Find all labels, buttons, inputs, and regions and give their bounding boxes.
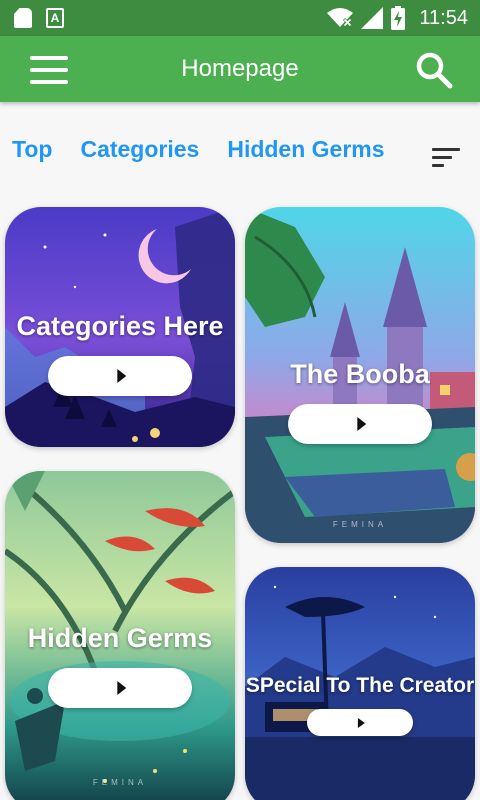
sort-icon[interactable]	[432, 148, 462, 170]
battery-charging-icon	[391, 6, 406, 30]
tab-hidden-germs[interactable]: Hidden Germs	[227, 136, 384, 163]
page-title: Homepage	[181, 55, 299, 82]
status-right-icons: 11:54	[327, 6, 468, 30]
artwork-watermark: FEMINA	[92, 778, 148, 787]
play-icon	[117, 369, 127, 383]
card-categories[interactable]: Categories Here	[5, 207, 235, 447]
play-icon	[117, 681, 127, 695]
sd-card-icon	[14, 8, 32, 28]
status-bar: A 11:54	[0, 0, 480, 36]
card-special-to-the-creator[interactable]: SPecial To The Creator	[245, 567, 475, 800]
card-play-button[interactable]	[288, 404, 432, 444]
card-title: The Booba	[290, 359, 430, 389]
card-title: Hidden Germs	[27, 623, 213, 653]
signal-icon	[361, 7, 384, 29]
play-icon	[357, 417, 367, 431]
tab-categories[interactable]: Categories	[80, 136, 199, 163]
play-icon	[357, 717, 365, 728]
card-play-button[interactable]	[48, 356, 192, 396]
status-time: 11:54	[419, 6, 468, 29]
status-left-icons: A	[14, 8, 64, 28]
font-download-icon: A	[46, 8, 64, 28]
card-title: Categories Here	[16, 311, 224, 341]
card-the-booba[interactable]: The Booba FEMINA	[245, 207, 475, 543]
card-play-button[interactable]	[307, 709, 413, 736]
card-hidden-germs[interactable]: Hidden Germs FEMINA	[5, 471, 235, 800]
wifi-off-icon	[327, 8, 354, 28]
artwork-watermark: FEMINA	[332, 520, 388, 529]
tab-bar: Top Categories Hidden Germs	[12, 136, 385, 163]
tab-top[interactable]: Top	[12, 136, 52, 163]
card-play-button[interactable]	[48, 668, 192, 708]
search-icon[interactable]	[414, 50, 454, 90]
app-bar: Homepage	[0, 36, 480, 102]
card-title: SPecial To The Creator	[245, 674, 475, 697]
